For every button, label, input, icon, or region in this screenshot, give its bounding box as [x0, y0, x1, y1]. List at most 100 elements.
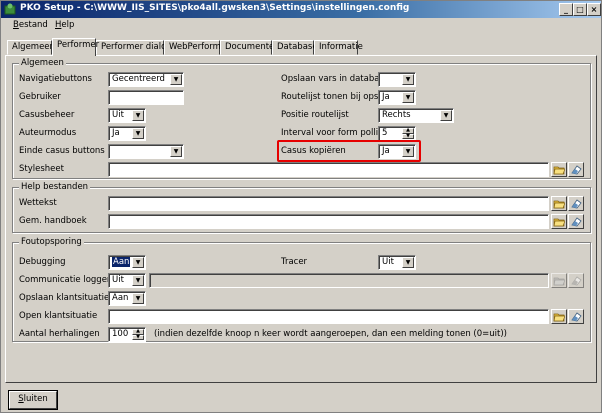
title-bar[interactable]: PKO Setup - C:\WWW_IIS_SITES\pko4all.gws… [1, 1, 601, 18]
application-window: PKO Setup - C:\WWW_IIS_SITES\pko4all.gws… [0, 0, 602, 413]
browse-stylesheet-button[interactable] [551, 162, 567, 177]
app-icon [4, 3, 16, 15]
routelijst-tonen-label: Routelijst tonen bij opstart [281, 92, 394, 102]
window-title: PKO Setup - C:\WWW_IIS_SITES\pko4all.gws… [20, 3, 410, 13]
chevron-down-icon[interactable]: ▼ [402, 257, 414, 268]
einde-casus-buttons-select[interactable]: ▼ [108, 144, 184, 159]
eraser-icon [571, 312, 582, 322]
clear-handboek-button[interactable] [568, 214, 584, 229]
tab-webperformer[interactable]: WebPerformer [164, 40, 230, 55]
handboek-input[interactable] [108, 214, 549, 229]
chevron-down-icon[interactable]: ▼ [132, 128, 144, 139]
auteurmodus-label: Auteurmodus [19, 128, 77, 138]
tab-informatie[interactable]: Informatie [314, 40, 363, 55]
chevron-down-icon[interactable]: ▼ [402, 74, 414, 85]
chevron-down-icon[interactable]: ▼ [170, 146, 182, 157]
chevron-down-icon[interactable]: ▼ [132, 275, 144, 286]
routelijst-tonen-select[interactable]: Ja ▼ [378, 90, 416, 105]
folder-open-icon [553, 166, 565, 175]
group-title: Help bestanden [19, 182, 91, 192]
group-title: Foutopsporing [19, 237, 84, 247]
chevron-down-icon[interactable]: ▼ [132, 257, 144, 268]
tab-performer[interactable]: Performer [52, 38, 99, 56]
tab-algemeen[interactable]: Algemeen [7, 40, 55, 55]
navigatiebuttons-label: Navigatiebuttons [19, 74, 92, 84]
eraser-icon [571, 276, 582, 286]
opslaan-vars-select[interactable]: ▼ [378, 72, 416, 87]
clear-stylesheet-button[interactable] [568, 162, 584, 177]
interval-polling-spinner[interactable]: 5 ▲ ▼ [378, 126, 416, 141]
clear-wettekst-button[interactable] [568, 196, 584, 211]
aantal-herhalingen-label: Aantal herhalingen [19, 329, 100, 339]
aantal-herhalingen-note: (indien dezelfde knoop n keer wordt aang… [154, 329, 507, 339]
navigatiebuttons-select[interactable]: Gecentreerd ▼ [108, 72, 184, 87]
open-klantsituatie-label: Open klantsituatie [19, 311, 98, 321]
tracer-select[interactable]: Uit ▼ [378, 255, 416, 270]
folder-open-icon [553, 200, 565, 209]
positie-routelijst-label: Positie routelijst [281, 110, 349, 120]
chevron-down-icon[interactable]: ▼ [440, 110, 452, 121]
gebruiker-input[interactable] [108, 90, 184, 105]
casusbeheer-label: Casusbeheer [19, 110, 75, 120]
group-foutopsporing: Foutopsporing Debugging Aan ▼ Tracer Uit ▼… [12, 237, 591, 342]
positie-routelijst-select[interactable]: Rechts ▼ [378, 108, 454, 123]
stylesheet-label: Stylesheet [19, 164, 64, 174]
chevron-down-icon[interactable]: ▼ [170, 74, 182, 85]
communicatie-loggen-label: Communicatie loggen [19, 275, 113, 285]
sluiten-button[interactable]: Sluiten [9, 391, 57, 409]
wettekst-input[interactable] [108, 196, 549, 211]
gebruiker-label: Gebruiker [19, 92, 61, 102]
einde-casus-buttons-label: Einde casus buttons [19, 146, 105, 156]
menu-bar: Bestand Help [2, 18, 600, 34]
eraser-icon [571, 217, 582, 227]
chevron-down-icon[interactable]: ▼ [132, 110, 144, 121]
opslaan-vars-label: Opslaan vars in database [281, 74, 390, 84]
browse-wettekst-button[interactable] [551, 196, 567, 211]
aantal-herhalingen-spinner[interactable]: 100 ▲ ▼ [108, 327, 146, 342]
open-klantsituatie-input[interactable] [108, 309, 549, 324]
opslaan-klantsituatie-select[interactable]: Aan ▼ [108, 291, 146, 306]
chevron-down-icon[interactable]: ▼ [402, 92, 414, 103]
folder-open-icon [553, 218, 565, 227]
handboek-label: Gem. handboek [19, 216, 87, 226]
close-window-button[interactable]: × [587, 3, 601, 16]
opslaan-klantsituatie-label: Opslaan klantsituatie [19, 293, 110, 303]
eraser-icon [571, 199, 582, 209]
chevron-down-icon[interactable]: ▼ [132, 293, 144, 304]
spin-buttons[interactable]: ▲ ▼ [402, 128, 414, 139]
debugging-select[interactable]: Aan ▼ [108, 255, 146, 270]
eraser-icon [571, 165, 582, 175]
spin-buttons[interactable]: ▲ ▼ [132, 329, 144, 340]
stylesheet-input[interactable] [108, 162, 549, 177]
tab-performer-dialoog[interactable]: Performer dialoog [96, 40, 177, 55]
communicatie-loggen-select[interactable]: Uit ▼ [108, 273, 146, 288]
spin-down-icon[interactable]: ▼ [132, 334, 144, 340]
browse-klantsituatie-button[interactable] [551, 309, 567, 324]
group-algemeen: Algemeen Navigatiebuttons Gecentreerd ▼ G… [12, 58, 591, 179]
interval-polling-label: Interval voor form polling [281, 128, 389, 138]
menu-help[interactable]: Help [52, 20, 77, 30]
communicatie-log-path-input [149, 273, 549, 288]
spin-down-icon[interactable]: ▼ [402, 133, 414, 139]
tab-strip: Algemeen Performer Performer dialoog Web… [5, 38, 597, 56]
wettekst-label: Wettekst [19, 198, 57, 208]
menu-bestand[interactable]: Bestand [10, 20, 51, 30]
browse-handboek-button[interactable] [551, 214, 567, 229]
highlight-box [277, 140, 421, 162]
clear-log-button [568, 273, 584, 288]
tab-page-performer: Algemeen Navigatiebuttons Gecentreerd ▼ G… [5, 55, 597, 383]
clear-klantsituatie-button[interactable] [568, 309, 584, 324]
browse-log-button [551, 273, 567, 288]
maximize-button[interactable]: □ [573, 3, 587, 16]
folder-open-icon [553, 313, 565, 322]
minimize-button[interactable]: _ [559, 3, 573, 16]
casusbeheer-select[interactable]: Uit ▼ [108, 108, 146, 123]
group-title: Algemeen [19, 58, 66, 68]
tab-documenten[interactable]: Documenten [220, 40, 280, 55]
debugging-label: Debugging [19, 257, 66, 267]
folder-open-icon [553, 277, 565, 286]
auteurmodus-select[interactable]: Ja ▼ [108, 126, 146, 141]
tracer-label: Tracer [281, 257, 308, 267]
group-help-bestanden: Help bestanden Wettekst Gem. handboek [12, 182, 591, 233]
tab-database[interactable]: Database [272, 40, 318, 55]
